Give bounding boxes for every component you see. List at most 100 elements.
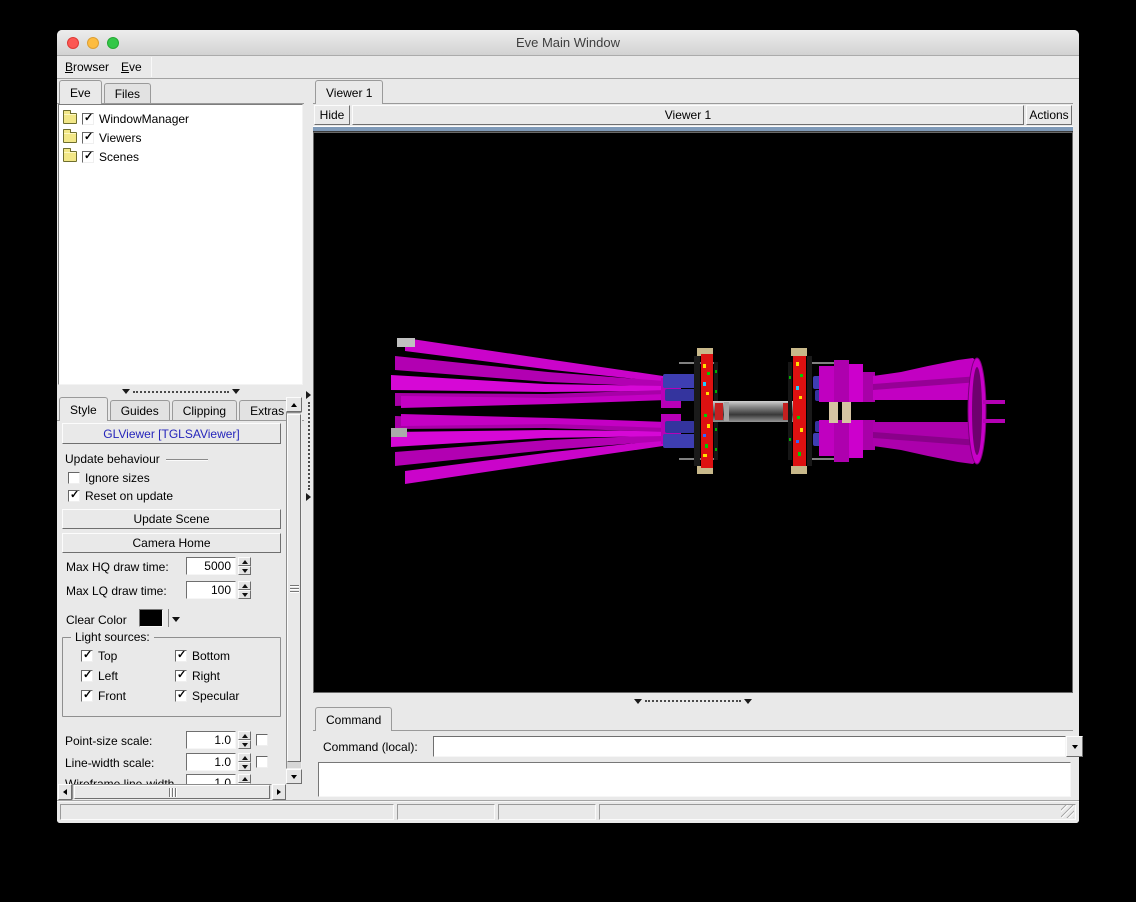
- menu-eve[interactable]: Eve: [118, 57, 151, 77]
- tree-item-windowmanager[interactable]: WindowManager: [59, 109, 302, 128]
- spin-up-button[interactable]: [238, 557, 251, 566]
- command-tab-row: Command: [313, 707, 1073, 731]
- max-lq-spinner: [186, 581, 251, 599]
- splitter-arrow-icon: [744, 698, 752, 704]
- section-rule: [165, 458, 208, 460]
- spin-up-button[interactable]: [238, 753, 251, 762]
- max-lq-input[interactable]: [186, 581, 236, 599]
- viewer-command-splitter[interactable]: [593, 696, 793, 706]
- gl-viewport[interactable]: [313, 132, 1073, 693]
- light-bottom-checkbox[interactable]: [175, 648, 187, 662]
- tab-style[interactable]: Style: [59, 397, 108, 421]
- tree-checkbox[interactable]: [82, 149, 94, 163]
- point-size-input[interactable]: [186, 731, 236, 749]
- command-output-area: [318, 762, 1071, 797]
- left-endcap-disks: [663, 348, 718, 474]
- tab-guides[interactable]: Guides: [109, 400, 170, 420]
- clear-color-swatch[interactable]: [139, 609, 163, 627]
- glviewer-button[interactable]: GLViewer [TGLSAViewer]: [62, 423, 281, 444]
- minimize-button[interactable]: [87, 37, 99, 49]
- scroll-up-button[interactable]: [286, 397, 302, 412]
- light-left-checkbox[interactable]: [81, 668, 93, 682]
- scroll-down-button[interactable]: [286, 769, 302, 784]
- spin-down-button[interactable]: [238, 566, 251, 575]
- ignore-sizes-row[interactable]: Ignore sizes: [68, 471, 150, 485]
- style-vertical-scrollbar[interactable]: [286, 397, 302, 784]
- command-input[interactable]: [433, 736, 1066, 757]
- close-button[interactable]: [67, 37, 79, 49]
- tab-eve[interactable]: Eve: [59, 80, 102, 104]
- tree-item-label[interactable]: WindowManager: [99, 112, 189, 126]
- hide-button[interactable]: Hide: [314, 105, 350, 125]
- camera-home-button[interactable]: Camera Home: [62, 533, 281, 553]
- tree-item-scenes[interactable]: Scenes: [59, 147, 302, 166]
- light-bottom-row[interactable]: Bottom: [175, 648, 230, 663]
- menubar: Browser Eve: [57, 56, 1079, 79]
- line-width-spinner: [186, 753, 251, 771]
- max-lq-label: Max LQ draw time:: [66, 584, 167, 598]
- command-combobox[interactable]: [433, 736, 1083, 757]
- point-size-checkbox[interactable]: [256, 734, 268, 746]
- left-cable-fan: [391, 338, 681, 484]
- line-width-input[interactable]: [186, 753, 236, 771]
- folder-icon: [63, 110, 77, 124]
- tree-item-label[interactable]: Scenes: [99, 150, 139, 164]
- light-top-row[interactable]: Top: [81, 648, 118, 663]
- splitter-arrow-icon: [306, 391, 311, 399]
- scrollbar-thumb[interactable]: [287, 414, 301, 762]
- style-editor-panel: GLViewer [TGLSAViewer] Update behaviour …: [58, 421, 286, 784]
- tree-checkbox[interactable]: [82, 111, 94, 125]
- wireframe-input[interactable]: [186, 774, 236, 784]
- max-hq-input[interactable]: [186, 557, 236, 575]
- light-specular-checkbox[interactable]: [175, 688, 187, 702]
- scroll-left-button[interactable]: [58, 784, 72, 800]
- menu-browser[interactable]: Browser: [62, 57, 118, 77]
- left-right-splitter[interactable]: [304, 391, 313, 501]
- resize-grip[interactable]: [1061, 805, 1074, 818]
- reset-on-update-checkbox[interactable]: [68, 488, 80, 502]
- tree-style-splitter[interactable]: [58, 386, 303, 397]
- light-right-label: Right: [192, 669, 221, 683]
- ignore-sizes-checkbox[interactable]: [68, 472, 80, 484]
- tree-item-label[interactable]: Viewers: [99, 131, 141, 145]
- tree-checkbox[interactable]: [82, 130, 94, 144]
- tab-command[interactable]: Command: [315, 707, 393, 731]
- spin-up-button[interactable]: [238, 731, 251, 740]
- reset-on-update-row[interactable]: Reset on update: [68, 488, 173, 503]
- spin-down-button[interactable]: [238, 740, 251, 749]
- tab-files[interactable]: Files: [103, 83, 152, 103]
- spin-up-button[interactable]: [238, 581, 251, 590]
- spin-down-button[interactable]: [238, 762, 251, 771]
- line-width-checkbox[interactable]: [256, 756, 268, 768]
- color-dropdown-icon[interactable]: [172, 617, 180, 622]
- eve-tree: WindowManager Viewers Scenes: [58, 104, 303, 385]
- right-forward-structures: [819, 360, 875, 462]
- scroll-right-button[interactable]: [272, 784, 286, 800]
- light-top-checkbox[interactable]: [81, 648, 93, 662]
- update-scene-button[interactable]: Update Scene: [62, 509, 281, 529]
- spin-down-button[interactable]: [238, 590, 251, 599]
- tab-viewer-1[interactable]: Viewer 1: [315, 80, 384, 104]
- scrollbar-thumb[interactable]: [74, 785, 270, 799]
- light-front-checkbox[interactable]: [81, 688, 93, 702]
- browser-left-panel: Eve Files WindowManager Viewers: [57, 80, 304, 801]
- style-horizontal-scrollbar[interactable]: [58, 784, 286, 800]
- actions-button[interactable]: Actions: [1026, 105, 1072, 125]
- light-left-row[interactable]: Left: [81, 668, 118, 683]
- light-specular-row[interactable]: Specular: [175, 688, 239, 703]
- combo-dropdown-button[interactable]: [1066, 736, 1083, 757]
- light-top-label: Top: [98, 649, 118, 663]
- tab-clipping[interactable]: Clipping: [171, 400, 238, 420]
- light-right-checkbox[interactable]: [175, 668, 187, 682]
- splitter-arrow-icon: [306, 493, 311, 501]
- zoom-button[interactable]: [107, 37, 119, 49]
- light-front-row[interactable]: Front: [81, 688, 126, 703]
- viewer-title-bar[interactable]: Viewer 1: [352, 105, 1024, 125]
- wireframe-spinner: [186, 774, 251, 784]
- thumb-grip: [289, 584, 299, 592]
- tree-item-viewers[interactable]: Viewers: [59, 128, 302, 147]
- light-right-row[interactable]: Right: [175, 668, 221, 683]
- titlebar[interactable]: Eve Main Window: [57, 30, 1079, 56]
- command-local-label: Command (local):: [323, 740, 418, 754]
- spin-up-button[interactable]: [238, 774, 251, 783]
